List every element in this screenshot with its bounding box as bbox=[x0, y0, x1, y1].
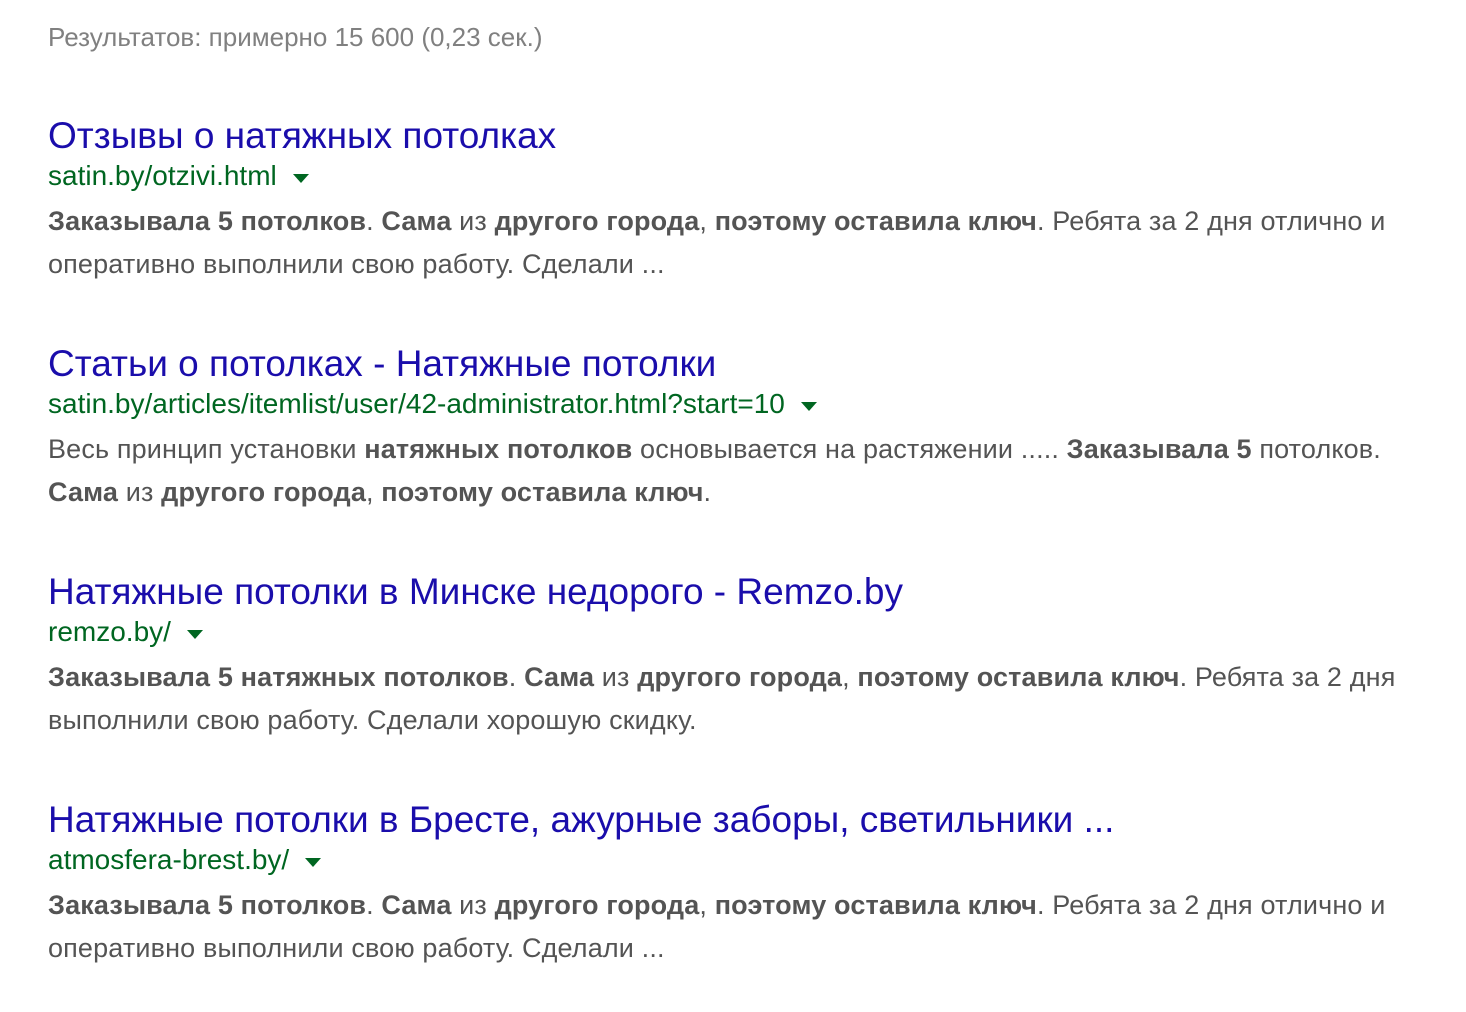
dropdown-arrow-icon[interactable] bbox=[305, 857, 322, 867]
result-url[interactable]: atmosfera-brest.by/ bbox=[48, 844, 289, 876]
snippet-highlight: другого города bbox=[494, 890, 700, 920]
snippet-highlight: поэтому оставила ключ bbox=[714, 206, 1037, 236]
dropdown-arrow-icon[interactable] bbox=[186, 629, 203, 639]
snippet-highlight: Заказывала 5 потолков bbox=[48, 206, 367, 236]
snippet-text: из bbox=[451, 206, 495, 236]
snippet-highlight: другого города bbox=[494, 206, 700, 236]
result-url-row: satin.by/otzivi.html bbox=[48, 158, 1448, 194]
snippet-text: из bbox=[118, 477, 162, 507]
snippet-highlight: Заказывала 5 натяжных потолков bbox=[48, 662, 509, 692]
result-url-row: remzo.by/ bbox=[48, 614, 1448, 650]
search-result: Статьи о потолках - Натяжные потолки sat… bbox=[48, 342, 1448, 514]
result-title-link[interactable]: Натяжные потолки в Минске недорого - Rem… bbox=[48, 570, 1448, 614]
snippet-text: . bbox=[703, 477, 712, 507]
snippet-highlight: Сама bbox=[524, 662, 595, 692]
snippet-highlight: Заказывала 5 потолков bbox=[48, 890, 367, 920]
snippet-text: Весь принцип установки bbox=[48, 434, 365, 464]
result-url-row: atmosfera-brest.by/ bbox=[48, 842, 1448, 878]
dropdown-arrow-icon[interactable] bbox=[800, 401, 817, 411]
snippet-text: из bbox=[594, 662, 638, 692]
snippet-highlight: Сама bbox=[381, 206, 452, 236]
result-title-link[interactable]: Статьи о потолках - Натяжные потолки bbox=[48, 342, 1448, 386]
snippet-highlight: другого города bbox=[637, 662, 843, 692]
dropdown-arrow-icon[interactable] bbox=[292, 173, 309, 183]
search-result: Натяжные потолки в Бресте, ажурные забор… bbox=[48, 798, 1448, 970]
snippet-highlight: Сама bbox=[48, 477, 119, 507]
snippet-text: основывается на растяжении ..... bbox=[632, 434, 1067, 464]
results-stats: Результатов: примерно 15 600 (0,23 сек.) bbox=[48, 22, 543, 52]
snippet-highlight: поэтому оставила ключ bbox=[857, 662, 1180, 692]
snippet-text: , bbox=[842, 662, 858, 692]
result-url-row: satin.by/articles/itemlist/user/42-admin… bbox=[48, 386, 1448, 422]
snippet-highlight: поэтому оставила ключ bbox=[714, 890, 1037, 920]
snippet-text: , bbox=[699, 206, 715, 236]
result-url[interactable]: satin.by/otzivi.html bbox=[48, 160, 277, 192]
result-snippet: Заказывала 5 потолков. Сама из другого г… bbox=[48, 884, 1448, 970]
snippet-highlight: поэтому оставила ключ bbox=[381, 477, 704, 507]
snippet-text: , bbox=[699, 890, 715, 920]
search-result: Отзывы о натяжных потолках satin.by/otzi… bbox=[48, 114, 1448, 286]
snippet-text: потолков. bbox=[1251, 434, 1381, 464]
snippet-text: . bbox=[508, 662, 525, 692]
result-snippet: Заказывала 5 потолков. Сама из другого г… bbox=[48, 200, 1448, 286]
result-snippet: Весь принцип установки натяжных потолков… bbox=[48, 428, 1448, 514]
result-url[interactable]: satin.by/articles/itemlist/user/42-admin… bbox=[48, 388, 785, 420]
result-title-link[interactable]: Отзывы о натяжных потолках bbox=[48, 114, 1448, 158]
result-snippet: Заказывала 5 натяжных потолков. Сама из … bbox=[48, 656, 1448, 742]
snippet-text: . bbox=[366, 206, 382, 236]
search-result: Натяжные потолки в Минске недорого - Rem… bbox=[48, 570, 1448, 742]
snippet-highlight: другого города bbox=[161, 477, 366, 507]
snippet-text: из bbox=[451, 890, 495, 920]
result-title-link[interactable]: Натяжные потолки в Бресте, ажурные забор… bbox=[48, 798, 1448, 842]
snippet-highlight: Заказывала 5 bbox=[1066, 434, 1252, 464]
snippet-highlight: Сама bbox=[381, 890, 452, 920]
snippet-text: , bbox=[365, 477, 382, 507]
snippet-highlight: натяжных потолков bbox=[364, 434, 633, 464]
result-url[interactable]: remzo.by/ bbox=[48, 616, 171, 648]
snippet-text: . bbox=[366, 890, 382, 920]
